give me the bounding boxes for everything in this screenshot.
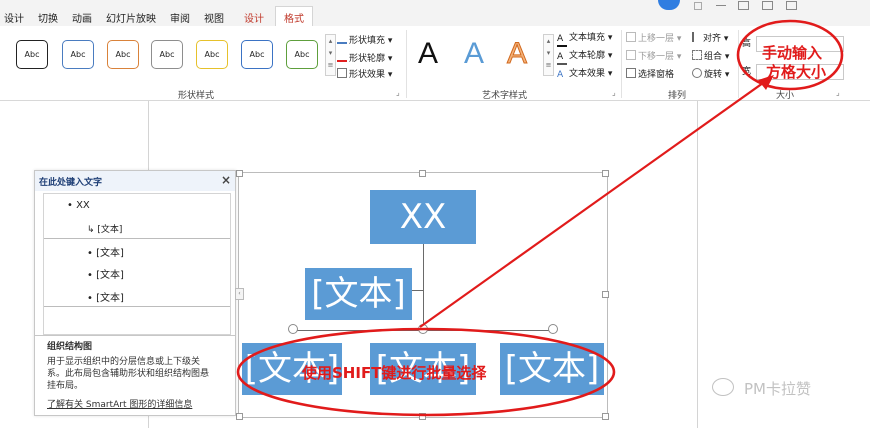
wechat-icon — [712, 378, 734, 396]
size-annotation-text-2: 方格大小 — [766, 63, 827, 81]
watermark-text: PM卡拉赞 — [744, 380, 811, 398]
annotation-arrow-line — [419, 77, 771, 328]
shift-annotation-text: 使用SHIFT键进行批量选择 — [302, 364, 487, 382]
size-annotation-text-1: 手动输入 — [762, 44, 823, 62]
